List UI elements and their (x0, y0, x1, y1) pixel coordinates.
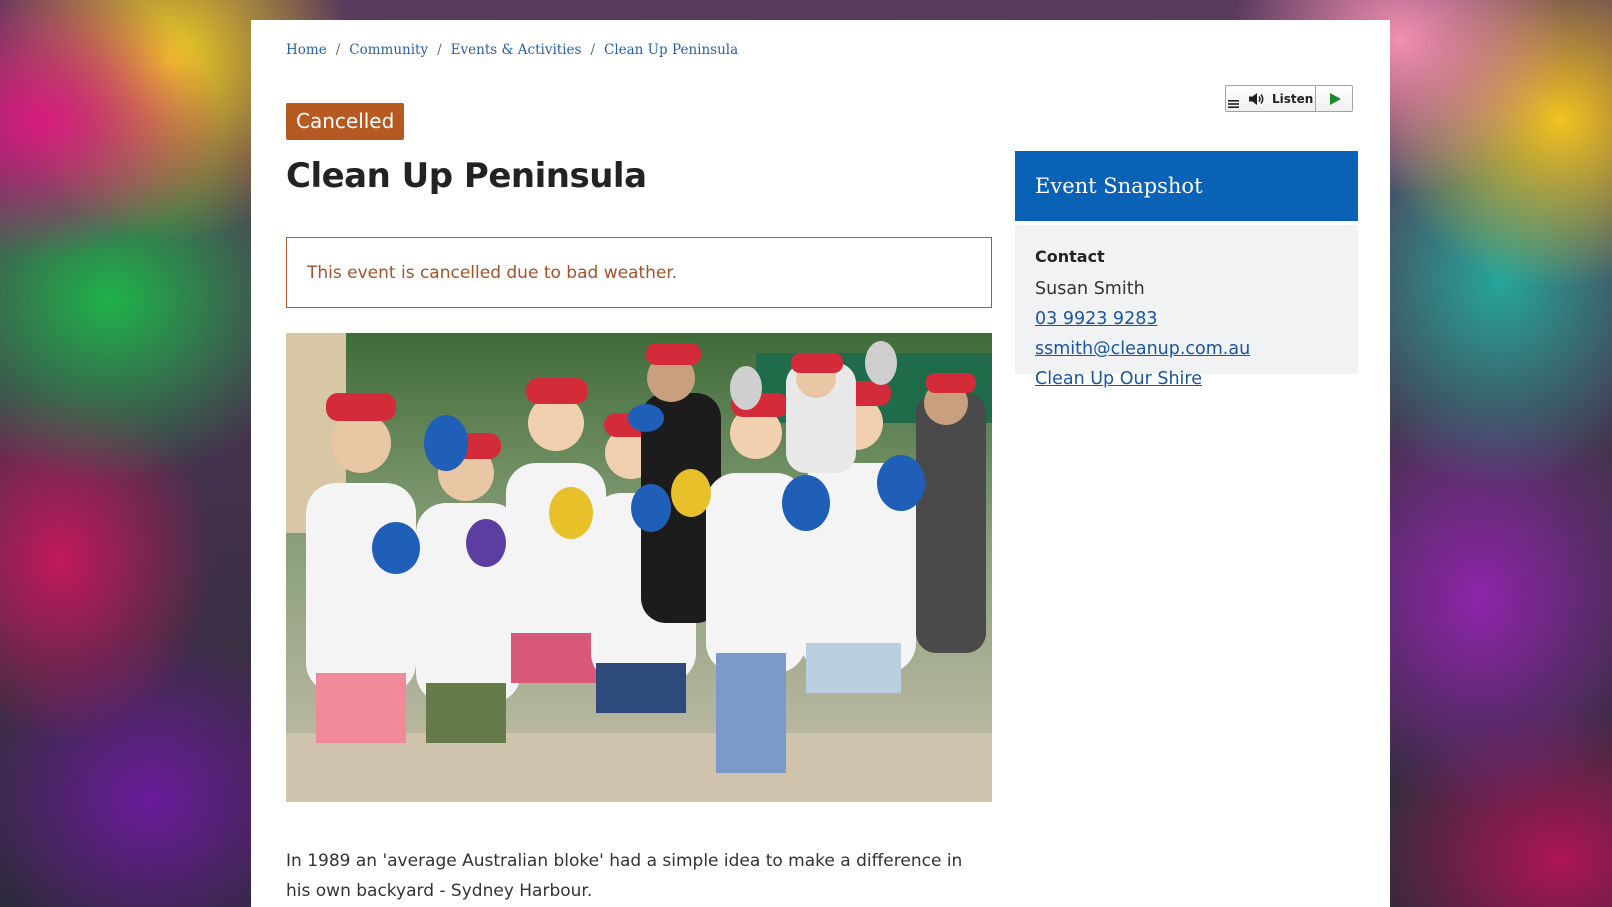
contact-email-link[interactable]: ssmith@cleanup.com.au (1035, 339, 1250, 359)
breadcrumb-current[interactable]: Clean Up Peninsula (604, 42, 738, 58)
breadcrumb: Home / Community / Events & Activities /… (286, 42, 738, 58)
event-photo (286, 333, 992, 802)
breadcrumb-events-activities[interactable]: Events & Activities (451, 42, 582, 58)
listen-label: Listen (1272, 92, 1314, 106)
event-snapshot-panel: Event Snapshot Contact Susan Smith 03 99… (1015, 151, 1358, 389)
contact-phone-link[interactable]: 03 9923 9283 (1035, 309, 1157, 329)
contact-name: Susan Smith (1035, 279, 1145, 299)
event-photo-image (286, 333, 992, 802)
page-container: Home / Community / Events & Activities /… (251, 20, 1390, 907)
listen-button[interactable]: Listen (1225, 85, 1353, 112)
cancellation-notice-text: This event is cancelled due to bad weath… (307, 262, 678, 283)
contact-website-link[interactable]: Clean Up Our Shire (1035, 369, 1202, 389)
breadcrumb-separator: / (590, 42, 595, 58)
event-snapshot-heading: Event Snapshot (1015, 151, 1358, 221)
breadcrumb-community[interactable]: Community (349, 42, 428, 58)
breadcrumb-separator: / (437, 42, 442, 58)
contact-label: Contact (1035, 247, 1105, 266)
listen-divider (1315, 86, 1316, 111)
play-icon[interactable] (1330, 93, 1341, 105)
breadcrumb-home[interactable]: Home (286, 42, 327, 58)
menu-icon[interactable] (1228, 99, 1239, 109)
page-title: Clean Up Peninsula (286, 156, 647, 196)
breadcrumb-separator: / (335, 42, 341, 58)
event-snapshot-body: Contact Susan Smith 03 9923 9283 ssmith@… (1015, 225, 1358, 389)
status-badge: Cancelled (286, 103, 405, 140)
speaker-icon (1249, 93, 1264, 105)
cancellation-notice: This event is cancelled due to bad weath… (286, 237, 992, 308)
event-intro-text: In 1989 an 'average Australian bloke' ha… (286, 851, 963, 901)
